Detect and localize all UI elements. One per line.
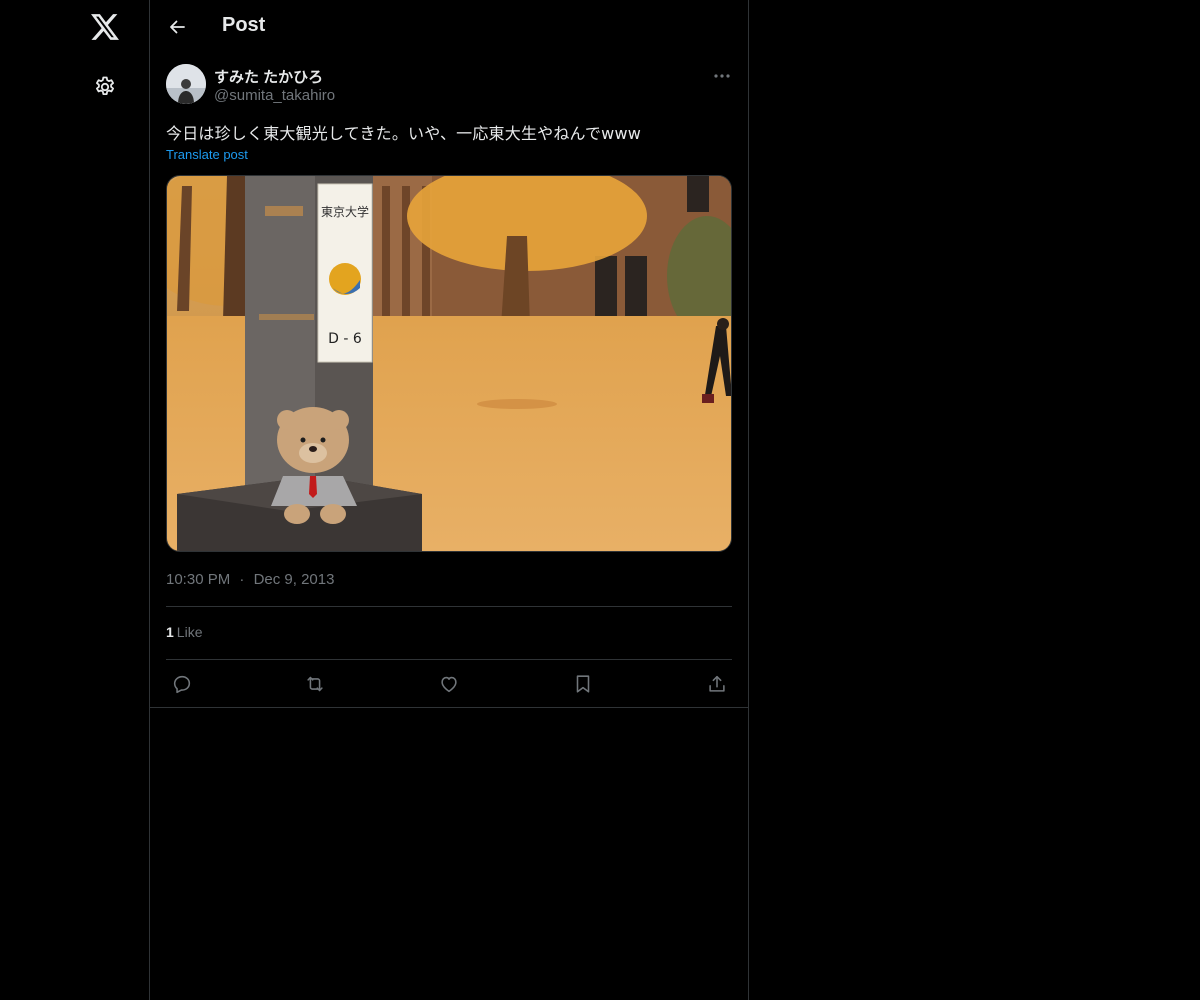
page-title: Post (222, 14, 266, 36)
action-bar (166, 668, 732, 700)
bookmark-icon[interactable] (567, 668, 599, 700)
divider (150, 707, 748, 708)
more-options-icon[interactable] (710, 64, 734, 88)
post-date[interactable]: Dec 9, 2013 (254, 571, 335, 588)
post-timestamp: 10:30 PM · Dec 9, 2013 (166, 571, 334, 588)
likes-stat[interactable]: 1 Like (166, 624, 202, 640)
author-display-name[interactable]: すみた たかひろ (214, 66, 323, 87)
x-logo-icon[interactable] (88, 10, 122, 44)
like-label: Like (176, 624, 203, 640)
share-icon[interactable] (701, 668, 733, 700)
main-column: Post すみた たかひろ @sumita_takahiro 今日は珍しく東大観… (149, 0, 749, 1000)
app-root: Post すみた たかひろ @sumita_takahiro 今日は珍しく東大観… (0, 0, 1200, 1000)
reply-icon[interactable] (166, 668, 198, 700)
gear-icon[interactable] (88, 70, 122, 104)
like-icon[interactable] (433, 668, 465, 700)
repost-icon[interactable] (299, 668, 331, 700)
avatar[interactable] (166, 64, 206, 104)
arrow-left-icon[interactable] (162, 12, 192, 42)
post-text: 今日は珍しく東大観光してきた。いや、一応東大生やねんでwww (166, 124, 642, 143)
sign-text: 東京大学 (321, 204, 369, 219)
sign-code: D - 6 (328, 331, 362, 347)
divider (166, 659, 732, 660)
page-header: Post (150, 0, 748, 54)
author-handle[interactable]: @sumita_takahiro (214, 87, 335, 104)
timestamp-separator: · (239, 571, 245, 588)
like-count: 1 (166, 624, 174, 640)
translate-post-link[interactable]: Translate post (166, 147, 248, 162)
post-time[interactable]: 10:30 PM (166, 571, 230, 588)
post-image[interactable]: 東京大学 D - 6 (166, 175, 732, 552)
left-nav (0, 0, 150, 1000)
divider (166, 606, 732, 607)
